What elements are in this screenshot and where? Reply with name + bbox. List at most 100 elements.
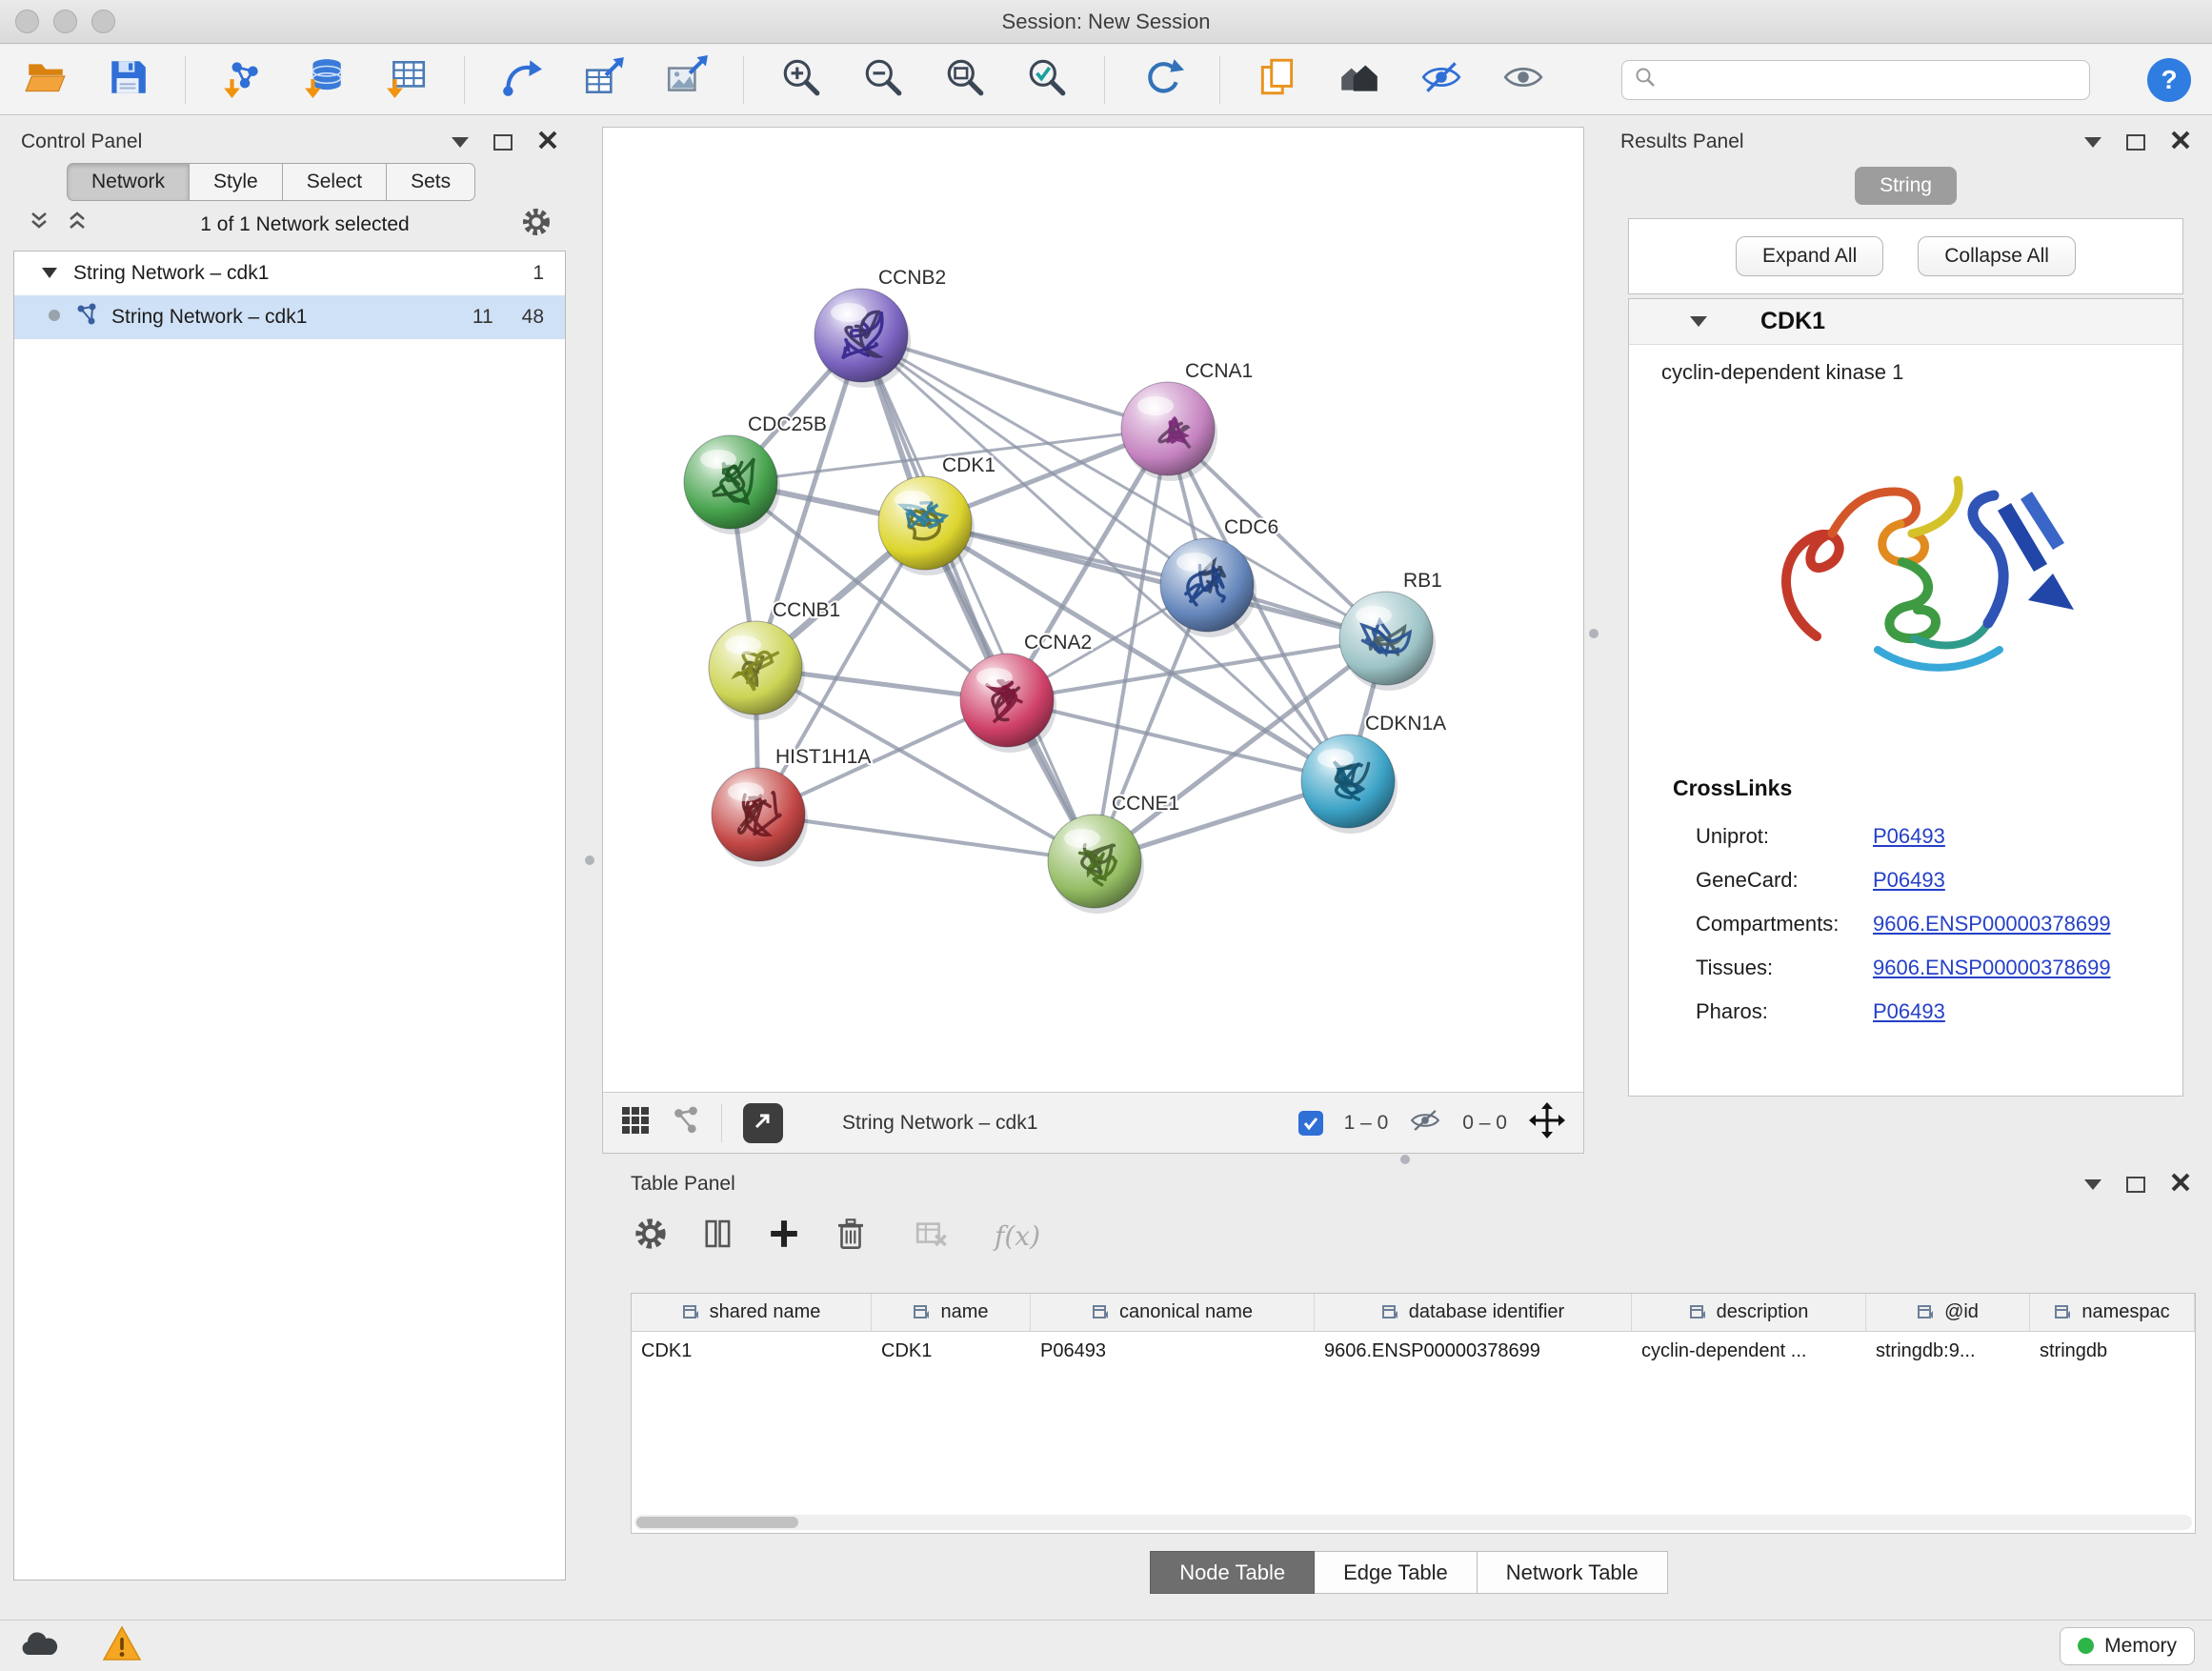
node-sphere[interactable] [1121,382,1215,475]
network-edge[interactable] [925,523,1386,638]
crosslink-link-uniprot[interactable]: P06493 [1873,824,1945,849]
bottom-splitter-handle[interactable] [1400,1155,1410,1164]
tab-sets[interactable]: Sets [387,163,475,201]
selected-items-checkbox[interactable] [1298,1111,1323,1136]
network-node-RB1[interactable]: RB1 [1339,570,1442,691]
zoom-in-button[interactable] [776,55,826,105]
table-options-gear-icon[interactable] [633,1216,669,1257]
new-network-from-selection-button[interactable] [497,55,547,105]
tab-select[interactable]: Select [283,163,387,201]
cell-id[interactable]: stringdb:9... [1866,1332,2030,1370]
network-canvas[interactable]: CCNB2CCNA1CDC25BCDK1CDC6RB1CCNB1CCNA2CDK… [603,128,1583,1092]
cell-name[interactable]: CDK1 [872,1332,1031,1370]
results-tab-string[interactable]: String [1855,167,1957,205]
delete-table-icon-disabled[interactable] [913,1216,949,1257]
open-view-in-window-button[interactable] [743,1103,783,1143]
table-export-icon [582,55,626,104]
import-network-database-button[interactable] [300,55,350,105]
cloud-sync-icon[interactable] [17,1624,61,1667]
warning-icon[interactable] [101,1624,143,1667]
results-panel-float-icon[interactable] [2126,134,2145,151]
column-header-shared-name[interactable]: shared name [632,1294,872,1331]
expand-all-networks-icon[interactable] [65,210,90,240]
search-input[interactable] [1666,69,2078,91]
control-panel-close-icon[interactable] [537,130,558,155]
tab-style[interactable]: Style [190,163,283,201]
collection-expand-arrow-icon[interactable] [41,262,58,285]
create-column-plus-icon[interactable] [766,1216,802,1257]
collapse-all-networks-icon[interactable] [27,210,51,240]
collapse-all-button[interactable]: Collapse All [1918,236,2076,276]
network-edge[interactable] [758,815,1095,861]
import-table-button[interactable] [382,55,432,105]
crosslink-link-tissues[interactable]: 9606.ENSP00000378699 [1873,956,2111,980]
network-collection-row[interactable]: String Network – cdk1 1 [14,252,565,295]
left-splitter-handle[interactable] [585,856,594,865]
function-builder-icon[interactable]: f(x) [995,1220,1040,1252]
network-node-HIST1H1A[interactable]: HIST1H1A [712,746,871,867]
column-header-name[interactable]: name [872,1294,1031,1331]
delete-column-trash-icon[interactable] [833,1216,869,1257]
clone-network-button[interactable] [1253,55,1302,105]
results-panel-close-icon[interactable] [2170,130,2191,155]
window-minimize-button[interactable] [53,10,77,33]
tab-network-table[interactable]: Network Table [1478,1551,1668,1594]
protein-collapse-arrow-icon[interactable] [1690,316,1707,327]
cell-canonical-name[interactable]: P06493 [1031,1332,1315,1370]
right-splitter-handle[interactable] [1589,629,1599,638]
column-header-id[interactable]: @id [1866,1294,2030,1331]
pan-move-icon[interactable] [1528,1101,1566,1144]
open-session-button[interactable] [21,55,70,105]
network-node-CCNA2[interactable]: CCNA2 [960,632,1092,753]
results-panel-menu-icon[interactable] [2084,137,2101,148]
column-header-canonical-name[interactable]: canonical name [1031,1294,1315,1331]
control-panel-float-icon[interactable] [493,134,513,151]
network-row[interactable]: String Network – cdk1 11 48 [14,295,565,339]
hidden-items-eye-slash-icon[interactable] [1409,1104,1441,1141]
network-edge[interactable] [861,335,1095,861]
show-columns-icon[interactable] [699,1216,735,1257]
table-panel-float-icon[interactable] [2126,1177,2145,1193]
column-header-database-identifier[interactable]: database identifier [1315,1294,1632,1331]
hide-graphics-button[interactable] [1417,55,1466,105]
share-network-icon[interactable] [672,1106,700,1139]
table-scrollbar-thumb[interactable] [636,1517,798,1528]
apply-layout-button[interactable] [1137,55,1187,105]
grid-view-icon[interactable] [620,1105,651,1140]
cell-description[interactable]: cyclin-dependent ... [1632,1332,1866,1370]
tab-network[interactable]: Network [67,163,190,201]
table-panel-menu-icon[interactable] [2084,1179,2101,1190]
tab-edge-table[interactable]: Edge Table [1315,1551,1478,1594]
table-panel-close-icon[interactable] [2170,1172,2191,1198]
crosslink-link-compartments[interactable]: 9606.ENSP00000378699 [1873,912,2111,936]
network-node-CCNB2[interactable]: CCNB2 [814,267,946,388]
crosslink-link-genecard[interactable]: P06493 [1873,868,1945,893]
import-network-file-button[interactable] [218,55,268,105]
protein-section-header[interactable]: CDK1 [1629,299,2182,345]
window-close-button[interactable] [15,10,39,33]
expand-all-button[interactable]: Expand All [1736,236,1883,276]
zoom-fit-button[interactable] [940,55,990,105]
column-header-namespace[interactable]: namespac [2030,1294,2195,1331]
window-zoom-button[interactable] [91,10,115,33]
crosslink-link-pharos[interactable]: P06493 [1873,999,1945,1024]
control-panel-menu-icon[interactable] [452,137,469,148]
home-view-button[interactable] [1335,55,1384,105]
save-session-button[interactable] [103,55,152,105]
cell-shared-name[interactable]: CDK1 [632,1332,872,1370]
network-node-CCNA1[interactable]: CCNA1 [1121,360,1253,481]
export-table-button[interactable] [579,55,629,105]
column-header-description[interactable]: description [1632,1294,1866,1331]
network-options-gear-icon[interactable] [520,206,553,244]
cell-namespace[interactable]: stringdb [2030,1332,2195,1370]
memory-button[interactable]: Memory [2060,1627,2195,1665]
show-graphics-button[interactable] [1498,55,1548,105]
zoom-out-button[interactable] [858,55,908,105]
table-horizontal-scrollbar[interactable] [634,1515,2192,1530]
help-button[interactable]: ? [2147,58,2191,102]
tab-node-table[interactable]: Node Table [1150,1551,1315,1594]
network-node-CDC6[interactable]: CDC6 [1160,516,1278,637]
export-image-button[interactable] [661,55,711,105]
zoom-selected-button[interactable] [1022,55,1072,105]
cell-database-identifier[interactable]: 9606.ENSP00000378699 [1315,1332,1632,1370]
